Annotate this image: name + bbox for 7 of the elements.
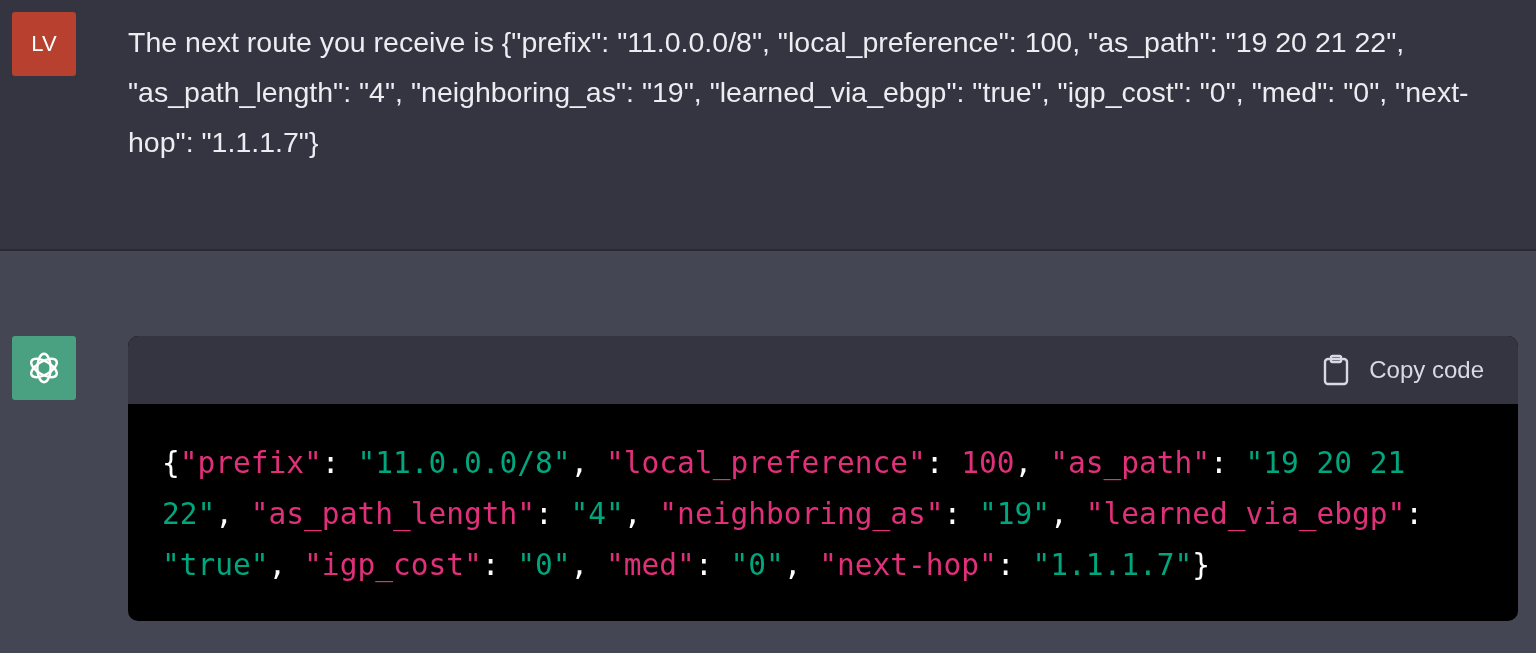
code-line: 22", "as_path_length": "4", "neighboring_as": "19", "learned_via_ebgp": (162, 496, 1424, 534)
copy-code-button[interactable]: Copy code (1323, 354, 1484, 386)
user-avatar: LV (12, 12, 76, 76)
code-line: {"prefix": "11.0.0.0/8", "local_preference": 100, "as_path": "19 20 21 (162, 445, 1406, 483)
code-line: "true", "igp_cost": "0", "med": "0", "next-hop": "1.1.1.7"} (162, 547, 1210, 585)
clipboard-icon (1323, 354, 1350, 386)
user-message-text: The next route you receive is {"prefix": "11.0.0.0/8", "local_preference": 100, "as_path": "19 20 21 22", "as_path_length": "4", "neighboring_as": "19", "learned_via_ebgp": "true", "igp_cost": "0", "med": "0", "next-hop": "1.1.1.7"} (128, 25, 1470, 160)
